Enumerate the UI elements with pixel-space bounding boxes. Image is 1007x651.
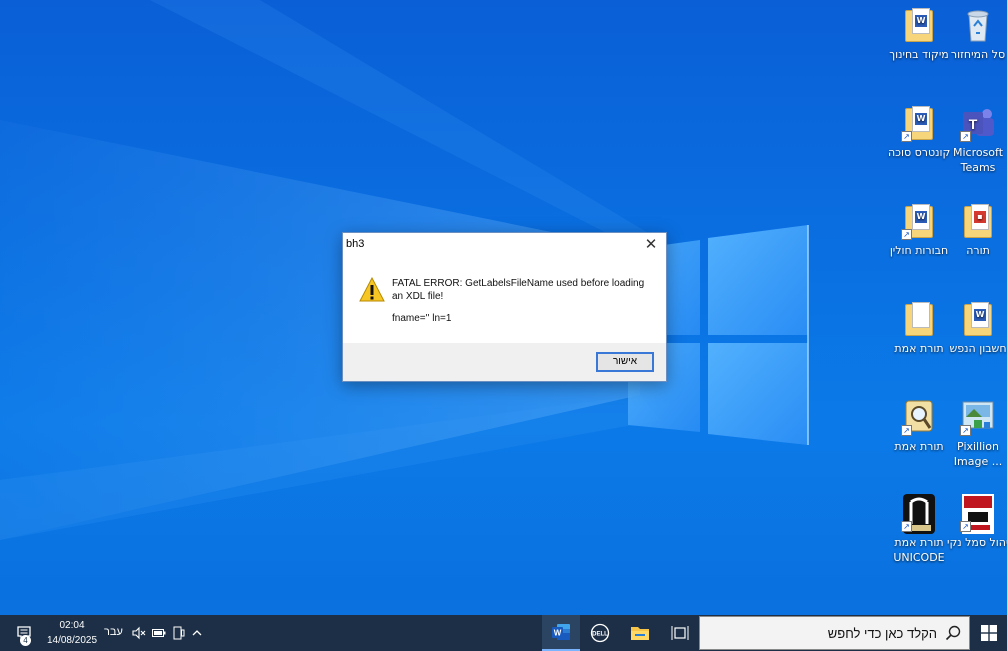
desktop-icon-label: מיקוד בחינוך (889, 48, 949, 61)
dialog-footer: אישור (343, 343, 666, 381)
desktop-icon-label-line2: Teams (960, 161, 996, 174)
scroll-magnifier-icon: ↗ (901, 398, 937, 436)
desktop-icon-label: קונטרס סוכה (888, 146, 951, 159)
recycle-bin-icon (960, 6, 996, 44)
word-icon: W (552, 624, 570, 640)
close-icon[interactable]: ✕ (640, 234, 662, 256)
taskbar-dell-app[interactable]: DELL (582, 615, 618, 651)
desktop-icon-label: סל המיחזור (950, 48, 1006, 61)
error-dialog: bh3 ✕ FATAL ERROR: GetLabelsFileName use… (342, 232, 667, 382)
desktop-icon-torah[interactable]: ▪ תורה (947, 202, 1007, 258)
folder-icon (901, 300, 937, 338)
start-button[interactable] (970, 615, 1007, 651)
word-document-icon: W (901, 6, 937, 44)
svg-text:T: T (969, 116, 978, 132)
desktop-icon-label-line2: Image ... (953, 455, 1003, 468)
desktop-icon-torat-emet-folder[interactable]: תורת אמת (888, 300, 950, 356)
show-hidden-icons-chevron-up-icon[interactable] (188, 615, 206, 651)
desktop-icon-mikud-bechinuch[interactable]: W מיקוד בחינוך (888, 6, 950, 62)
shortcut-arrow-icon: ↗ (901, 131, 912, 142)
folder-shortcut-icon: W ↗ (901, 202, 937, 240)
task-view-icon (671, 626, 689, 640)
warning-icon (359, 277, 385, 302)
shortcut-arrow-icon: ↗ (960, 425, 971, 436)
dialog-titlebar[interactable]: bh3 ✕ (343, 233, 666, 257)
error-message: FATAL ERROR: GetLabelsFileName used befo… (392, 278, 645, 302)
desktop-icon-microsoft-teams[interactable]: T ↗ Microsoft Teams (947, 104, 1007, 175)
desktop-icon-label: Microsoft (952, 146, 1004, 159)
clock-date: 14/08/2025 (46, 635, 98, 646)
taskbar: 4 02:04 14/08/2025 עבר W DELL הקלד כאן כ… (0, 615, 1007, 651)
shortcut-arrow-icon: ↗ (901, 229, 912, 240)
folder-word-icon: W (960, 300, 996, 338)
error-detail: fname='' ln=1 (392, 313, 452, 324)
desktop-icon-label: חשבון הנפש (949, 342, 1007, 355)
shortcut-arrow-icon: ↗ (901, 425, 912, 436)
clock-time: 02:04 (59, 620, 85, 631)
desktop-icon-nihul-semel-naki[interactable]: ↗ ניהול סמל נקי (947, 494, 1007, 550)
folder-pdf-icon: ▪ (960, 202, 996, 240)
pixillion-icon: ↗ (960, 398, 996, 436)
svg-text:DELL: DELL (592, 632, 608, 638)
taskbar-search-box[interactable]: הקלד כאן כדי לחפש (699, 616, 970, 650)
unicode-app-icon: ↗ (901, 494, 937, 534)
desktop-icon-label: Pixillion (957, 440, 999, 453)
shortcut-arrow-icon: ↗ (960, 521, 971, 532)
folder-shortcut-icon: W ↗ (901, 104, 937, 142)
desktop-icon-torat-emet-app[interactable]: ↗ תורת אמת (888, 398, 950, 454)
dell-icon: DELL (590, 623, 610, 643)
battery-icon[interactable] (150, 615, 168, 651)
desktop-icon-label-line2: UNICODE (893, 551, 945, 564)
meet-now-icon[interactable] (170, 615, 188, 651)
desktop-icon-pixillion[interactable]: ↗ Pixillion Image ... (947, 398, 1007, 469)
language-indicator[interactable]: עבר (104, 626, 123, 638)
dialog-title: bh3 (346, 238, 365, 250)
desktop-icon-torat-emet-unicode[interactable]: ↗ תורת אמת UNICODE (888, 494, 950, 565)
desktop-icon-label: חבורות חולין (889, 244, 949, 257)
search-icon (945, 625, 961, 641)
desktop-icon-chaburot-chulin[interactable]: W ↗ חבורות חולין (888, 202, 950, 258)
shortcut-arrow-icon: ↗ (960, 131, 971, 142)
clock[interactable]: 02:04 14/08/2025 (44, 618, 100, 648)
desktop-icon-kuntres-sukka[interactable]: W ↗ קונטרס סוכה (888, 104, 950, 160)
shortcut-arrow-icon: ↗ (901, 521, 912, 532)
taskbar-file-explorer[interactable] (622, 615, 658, 651)
desktop-icon-cheshbon-hanefesh[interactable]: W חשבון הנפש (947, 300, 1007, 356)
task-view-button[interactable] (662, 615, 698, 651)
svg-text:W: W (554, 629, 562, 638)
desktop-icon-label: תורת אמת (894, 440, 944, 453)
desktop-icon-recycle-bin[interactable]: סל המיחזור (947, 6, 1007, 62)
ok-button[interactable]: אישור (596, 352, 654, 372)
volume-muted-icon[interactable] (130, 615, 148, 651)
teams-icon: T ↗ (960, 104, 996, 142)
desktop-icon-label: תורה (966, 244, 990, 257)
desktop-icon-label: תורת אמת (894, 536, 944, 549)
file-explorer-icon (631, 627, 649, 640)
notification-center-button[interactable]: 4 (6, 615, 42, 651)
desktop-icon-label: ניהול סמל נקי (947, 536, 1007, 549)
taskbar-word-app[interactable]: W (542, 615, 580, 651)
desktop-icon-label: תורת אמת (894, 342, 944, 355)
windows-logo-icon (980, 625, 997, 641)
naki-logo-icon: ↗ (960, 494, 996, 534)
search-placeholder: הקלד כאן כדי לחפש (827, 626, 937, 641)
notification-count-badge: 4 (20, 635, 31, 646)
